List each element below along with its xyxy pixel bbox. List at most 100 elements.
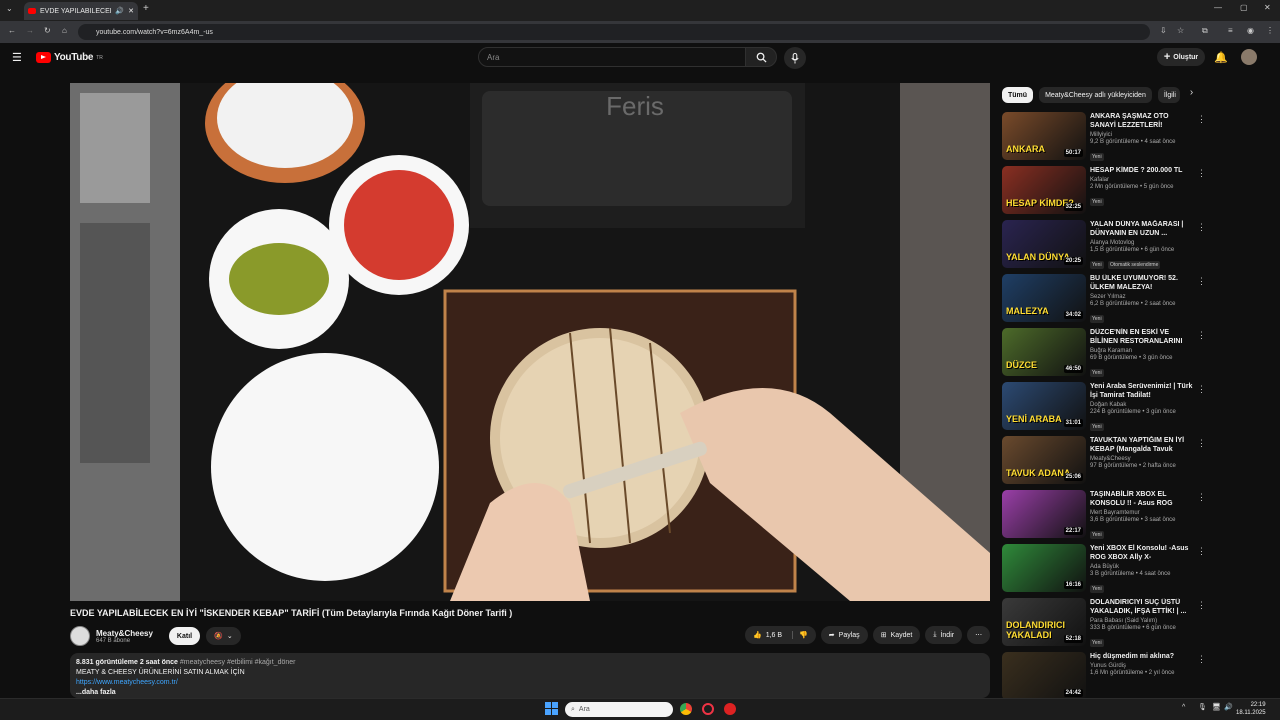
install-icon[interactable]: ⇩ [1160, 26, 1167, 35]
recommendation-thumbnail[interactable]: YALAN DÜNYA 20:25 [1002, 220, 1086, 268]
tray-mic-icon[interactable]: 🎙 [1198, 703, 1207, 711]
recommendation-item[interactable]: YENİ ARABA 31:01 Yeni Araba Serüvenimiz!… [1002, 382, 1207, 436]
recommendation-channel[interactable]: Mert Bayramtemur [1090, 510, 1194, 516]
recommendation-channel[interactable]: Alanya Motovlog [1090, 240, 1194, 246]
bookmark-star-icon[interactable]: ☆ [1177, 26, 1184, 35]
save-button[interactable]: ⊞ Kaydet [872, 626, 921, 644]
extensions-icon[interactable]: ⧉ [1202, 26, 1208, 36]
recommendation-thumbnail[interactable]: DÜZCE 46:50 [1002, 328, 1086, 376]
recommendation-menu-icon[interactable]: ⋮ [1197, 438, 1206, 449]
recommendation-thumbnail[interactable]: HESAP KİMDE? 32:25 [1002, 166, 1086, 214]
recommendation-thumbnail[interactable]: 22:17 [1002, 490, 1086, 538]
tab-search-icon[interactable]: ≡ [1228, 26, 1233, 35]
account-avatar[interactable] [1241, 49, 1257, 65]
recommendation-thumbnail[interactable]: ANKARA 50:17 [1002, 112, 1086, 160]
recommendation-thumbnail[interactable]: TAVUK ADANA 25:06 [1002, 436, 1086, 484]
recommendation-item[interactable]: ANKARA 50:17 ANKARA ŞAŞMAZ OTO SANAYİ LE… [1002, 112, 1207, 166]
recommendation-item[interactable]: YALAN DÜNYA 20:25 YALAN DÜNYA MAĞARASI |… [1002, 220, 1207, 274]
recommendation-title[interactable]: DOLANDIRICIYI SUÇ ÜSTÜ YAKALADIK, İFŞA E… [1090, 598, 1194, 616]
recommendation-menu-icon[interactable]: ⋮ [1197, 654, 1206, 665]
chip-related[interactable]: İlgili [1157, 87, 1180, 103]
notifications-bell-icon[interactable]: 🔔 [1214, 51, 1228, 64]
recommendation-menu-icon[interactable]: ⋮ [1197, 330, 1206, 341]
recommendation-item[interactable]: TAVUK ADANA 25:06 TAVUKTAN YAPTIĞIM EN İ… [1002, 436, 1207, 490]
tab-list-icon[interactable]: ⌄ [6, 4, 13, 13]
new-tab-icon[interactable]: + [143, 3, 149, 14]
recommendation-thumbnail[interactable]: 16:16 [1002, 544, 1086, 592]
recommendation-channel[interactable]: Doğan Kabak [1090, 402, 1194, 408]
recommendation-channel[interactable]: Para Babası (Said Yalım) [1090, 618, 1194, 624]
close-window-icon[interactable]: ✕ [1264, 3, 1271, 12]
windows-start-icon[interactable] [545, 702, 558, 715]
tray-chevron-icon[interactable]: ^ [1182, 704, 1185, 711]
create-button[interactable]: + Oluştur [1157, 48, 1205, 66]
chips-next-icon[interactable]: › [1190, 87, 1193, 103]
recommendation-menu-icon[interactable]: ⋮ [1197, 600, 1206, 611]
hamburger-menu-icon[interactable]: ☰ [12, 51, 22, 64]
show-more-link[interactable]: ...daha fazla [76, 688, 984, 698]
recommendation-menu-icon[interactable]: ⋮ [1197, 384, 1206, 395]
voice-search-button[interactable] [784, 47, 806, 69]
recommendation-menu-icon[interactable]: ⋮ [1197, 222, 1206, 233]
recommendation-title[interactable]: Yeni XBOX El Konsolu! -Asus ROG XBOX All… [1090, 544, 1194, 562]
chrome-taskbar-icon[interactable] [680, 703, 692, 715]
recommendation-menu-icon[interactable]: ⋮ [1197, 546, 1206, 557]
chip-all[interactable]: Tümü [1002, 87, 1034, 103]
recommendation-item[interactable]: 16:16 Yeni XBOX El Konsolu! -Asus ROG XB… [1002, 544, 1207, 598]
download-button[interactable]: ⤓ İndir [925, 626, 963, 644]
recommendation-title[interactable]: Yeni Araba Serüvenimiz! | Türk İşi Tamir… [1090, 382, 1194, 400]
youtube-logo[interactable]: YouTube TR [36, 52, 103, 63]
recommendation-thumbnail[interactable]: 24:42 [1002, 652, 1086, 700]
recommendation-channel[interactable]: Meaty&Cheesy [1090, 456, 1194, 462]
recommendation-channel[interactable]: Yunus Gürdiş [1090, 663, 1194, 669]
recommendation-channel[interactable]: Kafalar [1090, 177, 1194, 183]
recommendation-item[interactable]: 22:17 TAŞINABİLİR XBOX EL KONSOLU !! - A… [1002, 490, 1207, 544]
recommendation-title[interactable]: ANKARA ŞAŞMAZ OTO SANAYİ LEZZETLERİ! [1090, 112, 1194, 130]
maximize-icon[interactable]: ▢ [1240, 3, 1248, 12]
taskbar-search-input[interactable]: ⌕ Ara [565, 702, 673, 717]
more-actions-button[interactable]: ⋯ [967, 626, 991, 644]
recommendation-item[interactable]: DOLANDIRICI YAKALADI 52:18 DOLANDIRICIYI… [1002, 598, 1207, 652]
recommendation-item[interactable]: MALEZYA 34:02 BU ÜLKE UYUMUYOR! 52. ÜLKE… [1002, 274, 1207, 328]
back-icon[interactable]: ← [8, 26, 16, 35]
recommendation-menu-icon[interactable]: ⋮ [1197, 168, 1206, 179]
chip-uploader[interactable]: Meaty&Cheesy adlı yükleyiciden [1039, 87, 1152, 103]
tray-volume-icon[interactable]: 🔊 [1224, 703, 1233, 711]
taskbar-clock[interactable]: 22:19 18.11.2025 [1236, 701, 1266, 717]
description-link[interactable]: https://www.meatycheesy.com.tr/ [76, 679, 178, 686]
recommendation-title[interactable]: TAVUKTAN YAPTIĞIM EN İYİ KEBAP (Mangalda… [1090, 436, 1194, 454]
app-taskbar-icon[interactable] [702, 703, 714, 715]
tray-network-icon[interactable]: 🖥 [1212, 703, 1221, 711]
home-icon[interactable]: ⌂ [62, 26, 67, 35]
share-button[interactable]: ➦ Paylaş [820, 626, 868, 644]
speaker-icon[interactable]: 🔊 [115, 7, 124, 15]
video-player[interactable]: Feris [70, 83, 990, 601]
recommendation-menu-icon[interactable]: ⋮ [1197, 114, 1206, 125]
hashtags[interactable]: #meatycheesy #etbilimi #kağıt_döner [180, 659, 296, 666]
browser-tab[interactable]: EVDE YAPILABİLECEK EN İYİ 🔊 ✕ [24, 2, 138, 20]
description-box[interactable]: 8.831 görüntüleme 2 saat önce #meatychee… [70, 653, 990, 698]
recommendation-thumbnail[interactable]: DOLANDIRICI YAKALADI 52:18 [1002, 598, 1086, 646]
reload-icon[interactable]: ↻ [44, 26, 51, 35]
recommendation-title[interactable]: TAŞINABİLİR XBOX EL KONSOLU !! - Asus RO… [1090, 490, 1194, 508]
recommendation-channel[interactable]: Buğra Karaman [1090, 348, 1194, 354]
recommendation-title[interactable]: YALAN DÜNYA MAĞARASI | DÜNYANIN EN UZUN … [1090, 220, 1194, 238]
url-field[interactable]: youtube.com/watch?v=6mz6A4m_-us [78, 24, 1150, 40]
close-tab-icon[interactable]: ✕ [128, 7, 134, 15]
recommendation-item[interactable]: DÜZCE 46:50 DÜZCE'NİN EN ESKİ VE BİLİNEN… [1002, 328, 1207, 382]
recommendation-title[interactable]: DÜZCE'NİN EN ESKİ VE BİLİNEN RESTORANLAR… [1090, 328, 1194, 346]
recommendation-channel[interactable]: Sezer Yılmaz [1090, 294, 1194, 300]
recommendation-channel[interactable]: Millyiyici [1090, 132, 1194, 138]
minimize-icon[interactable]: — [1214, 3, 1222, 12]
recommendation-menu-icon[interactable]: ⋮ [1197, 276, 1206, 287]
recommendation-title[interactable]: HESAP KİMDE ? 200.000 TL [1090, 166, 1194, 175]
recommendation-title[interactable]: BU ÜLKE UYUMUYOR! 52. ÜLKEM MALEZYA! [1090, 274, 1194, 292]
recommendation-title[interactable]: Hiç düşmedim mi aklına? [1090, 652, 1194, 661]
search-input[interactable]: Ara [478, 47, 746, 67]
recommendation-menu-icon[interactable]: ⋮ [1197, 492, 1206, 503]
recommendation-item[interactable]: HESAP KİMDE? 32:25 HESAP KİMDE ? 200.000… [1002, 166, 1207, 220]
like-button[interactable]: 👍 1,6 B 👎 [745, 626, 816, 644]
join-button[interactable]: Katıl [168, 627, 201, 645]
channel-name[interactable]: Meaty&Cheesy [96, 629, 153, 638]
subscribed-button[interactable]: 🔕 ⌄ [206, 627, 241, 645]
